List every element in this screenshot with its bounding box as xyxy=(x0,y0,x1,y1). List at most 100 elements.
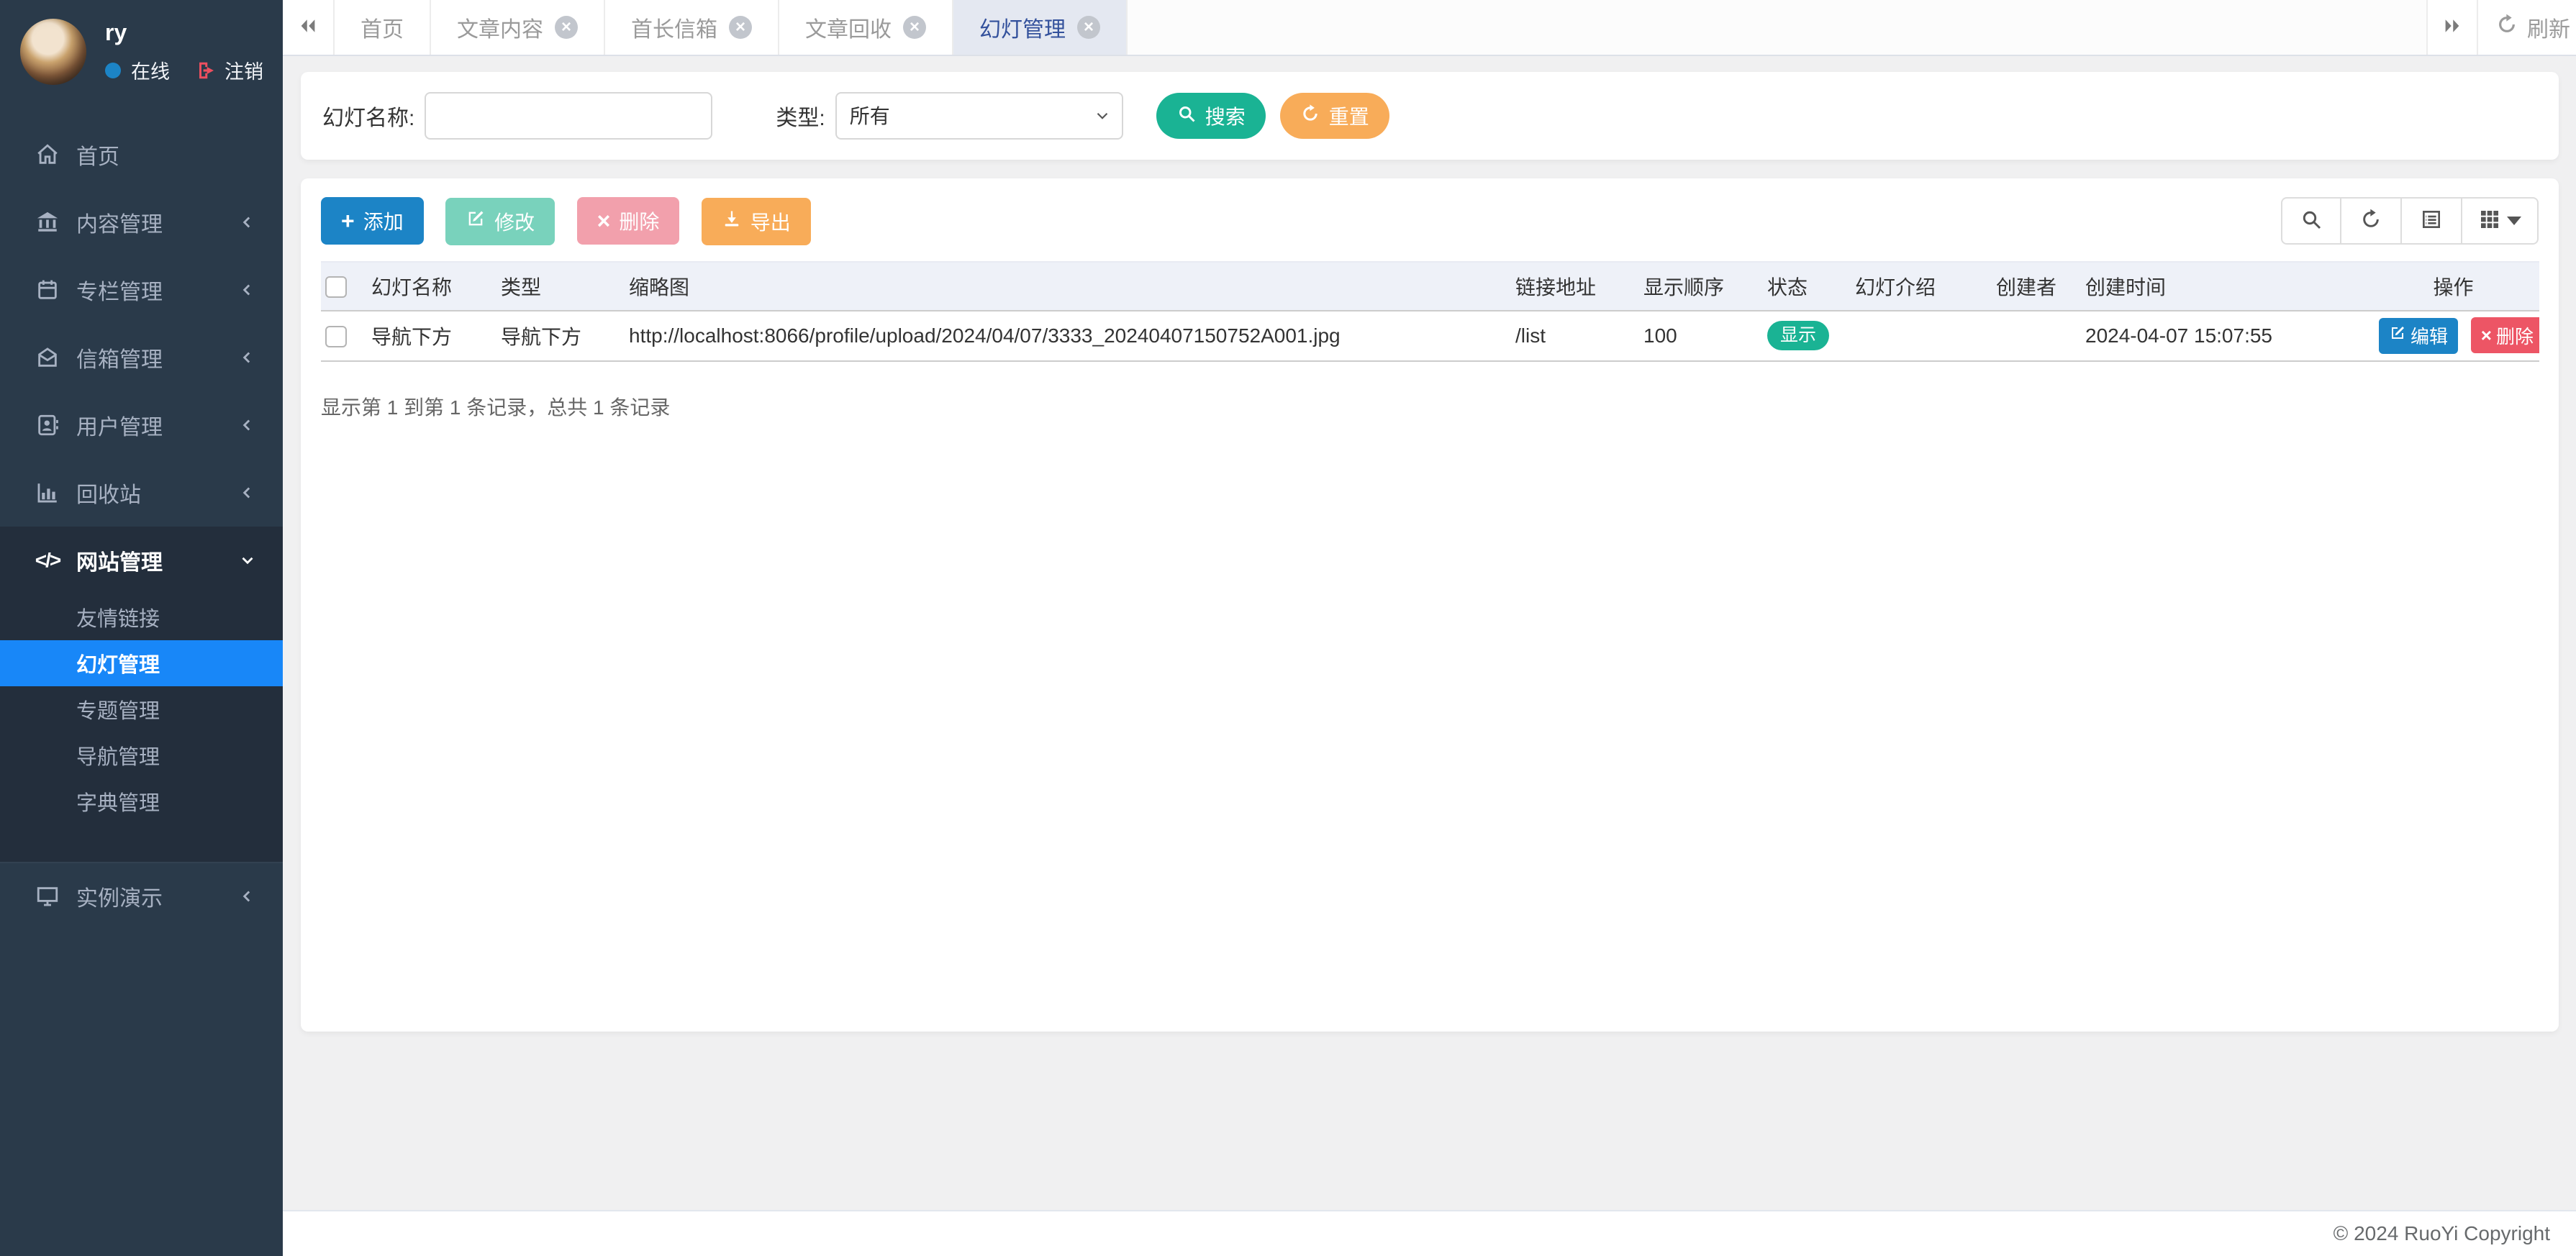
sidebar-nav: 首页 内容管理 专栏管理 信箱管理 xyxy=(0,121,283,929)
tabbar-spacer xyxy=(1128,0,2426,55)
grid-icon xyxy=(2478,208,2501,235)
row-edit-button[interactable]: 编辑 xyxy=(2379,318,2458,354)
select-all-checkbox[interactable] xyxy=(325,276,347,298)
tab-article-content[interactable]: 文章内容 × xyxy=(431,0,605,55)
sidebar-item-home[interactable]: 首页 xyxy=(0,121,283,188)
refresh-icon xyxy=(1300,104,1320,129)
sidebar-item-column-mgmt[interactable]: 专栏管理 xyxy=(0,256,283,324)
tab-home[interactable]: 首页 xyxy=(335,0,431,55)
cell-created: 2024-04-07 15:07:55 xyxy=(2081,311,2367,361)
sidebar-subitem-dict-mgmt[interactable]: 字典管理 xyxy=(0,778,283,824)
tab-article-recycle[interactable]: 文章回收 × xyxy=(779,0,953,55)
chevron-left-icon xyxy=(238,416,257,434)
plus-icon: + xyxy=(341,209,355,232)
search-form-card: 幻灯名称: 类型: 所有 搜索 重置 xyxy=(301,72,2559,160)
table-view-controls xyxy=(2281,197,2539,245)
logout-label: 注销 xyxy=(225,56,263,84)
reset-button[interactable]: 重置 xyxy=(1280,93,1389,139)
caret-down-icon xyxy=(2507,217,2521,225)
double-chevron-right-icon xyxy=(2441,15,2463,40)
sign-out-icon xyxy=(196,60,217,81)
slides-table: 幻灯名称 类型 缩略图 链接地址 显示顺序 状态 幻灯介绍 创建者 创建时间 操… xyxy=(321,261,2539,362)
list-detail-icon xyxy=(2420,208,2443,235)
search-icon xyxy=(2300,208,2323,235)
refresh-icon xyxy=(2495,13,2518,42)
sidebar-item-demo[interactable]: 实例演示 xyxy=(0,862,283,929)
type-select[interactable]: 所有 xyxy=(835,92,1123,140)
sidebar-item-recycle-bin[interactable]: 回收站 xyxy=(0,459,283,527)
sidebar-subitem-friend-links[interactable]: 友情链接 xyxy=(0,594,283,640)
bank-icon xyxy=(35,209,60,235)
table-card: + 添加 修改 × 删除 xyxy=(301,178,2559,1032)
table-toolbar: + 添加 修改 × 删除 xyxy=(321,197,2539,245)
sidebar-subitem-nav-mgmt[interactable]: 导航管理 xyxy=(0,732,283,778)
bar-chart-icon xyxy=(35,480,60,506)
chevron-left-icon xyxy=(238,348,257,367)
refresh-table-button[interactable] xyxy=(2341,197,2402,245)
toolbar-buttons: + 添加 修改 × 删除 xyxy=(321,197,830,245)
user-panel: ry 在线 注销 xyxy=(0,0,283,104)
cell-creator xyxy=(1992,311,2081,361)
sidebar-item-user-mgmt[interactable]: 用户管理 xyxy=(0,391,283,459)
content-area: 幻灯名称: 类型: 所有 搜索 重置 xyxy=(283,56,2576,1210)
row-checkbox[interactable] xyxy=(325,326,347,347)
chevron-left-icon xyxy=(238,887,257,906)
close-icon[interactable]: × xyxy=(729,16,752,39)
sidebar-item-label: 回收站 xyxy=(76,477,141,509)
search-icon xyxy=(1176,104,1197,129)
toggle-search-button[interactable] xyxy=(2281,197,2341,245)
slide-name-input[interactable] xyxy=(425,92,712,140)
close-icon[interactable]: × xyxy=(1077,16,1100,39)
tab-slide-mgmt[interactable]: 幻灯管理 × xyxy=(953,0,1128,55)
col-header-creator: 创建者 xyxy=(1992,262,2081,311)
sidebar-subitem-topic-mgmt[interactable]: 专题管理 xyxy=(0,686,283,732)
sidebar-item-content-mgmt[interactable]: 内容管理 xyxy=(0,188,283,256)
sidebar-item-website-mgmt[interactable]: </> 网站管理 xyxy=(0,527,283,594)
sidebar-item-label: 内容管理 xyxy=(76,206,163,238)
online-status-label: 在线 xyxy=(131,56,170,84)
edit-button[interactable]: 修改 xyxy=(445,198,555,245)
chevron-left-icon xyxy=(238,483,257,502)
export-button[interactable]: 导出 xyxy=(702,198,811,245)
delete-button[interactable]: × 删除 xyxy=(577,197,680,245)
x-icon: × xyxy=(597,209,611,232)
edit-icon xyxy=(2389,324,2406,347)
sidebar-item-label: 实例演示 xyxy=(76,880,163,912)
copyright-text: © 2024 RuoYi Copyright xyxy=(2334,1222,2550,1245)
code-icon: </> xyxy=(35,547,60,573)
main-area: 首页 文章内容 × 首长信箱 × 文章回收 × 幻灯管理 × 刷新 xyxy=(283,0,2576,1256)
home-icon xyxy=(35,142,60,168)
toggle-detail-view-button[interactable] xyxy=(2402,197,2462,245)
pagination-info: 显示第 1 到第 1 条记录，总共 1 条记录 xyxy=(321,392,2539,421)
col-header-link: 链接地址 xyxy=(1511,262,1639,311)
columns-button[interactable] xyxy=(2462,197,2539,245)
desktop-icon xyxy=(35,883,60,909)
tabs-scroll-right-button[interactable] xyxy=(2426,0,2478,55)
sidebar-item-label: 首页 xyxy=(76,139,119,170)
sidebar-subitem-slide-mgmt[interactable]: 幻灯管理 xyxy=(0,640,283,686)
tab-chief-mailbox[interactable]: 首长信箱 × xyxy=(605,0,779,55)
avatar[interactable] xyxy=(20,19,86,85)
refresh-tab-button[interactable]: 刷新 xyxy=(2478,0,2576,55)
col-header-created: 创建时间 xyxy=(2081,262,2367,311)
close-icon[interactable]: × xyxy=(555,16,578,39)
online-dot-icon xyxy=(105,63,121,78)
close-icon[interactable]: × xyxy=(903,16,926,39)
download-icon xyxy=(722,209,742,234)
add-button[interactable]: + 添加 xyxy=(321,197,424,245)
tabs-scroll-left-button[interactable] xyxy=(283,0,335,55)
table-header-row: 幻灯名称 类型 缩略图 链接地址 显示顺序 状态 幻灯介绍 创建者 创建时间 操… xyxy=(321,262,2539,311)
website-submenu: 友情链接 幻灯管理 专题管理 导航管理 字典管理 xyxy=(0,594,283,824)
status-badge: 显示 xyxy=(1767,321,1829,350)
sidebar-group-website-mgmt: </> 网站管理 友情链接 幻灯管理 专题管理 导航管理 xyxy=(0,527,283,862)
sidebar-item-label: 专栏管理 xyxy=(76,274,163,306)
col-header-order: 显示顺序 xyxy=(1639,262,1763,311)
row-delete-button[interactable]: × 删除 xyxy=(2471,317,2539,353)
type-label: 类型: xyxy=(776,100,825,132)
double-chevron-left-icon xyxy=(297,15,319,40)
search-button[interactable]: 搜索 xyxy=(1156,93,1266,139)
col-header-name: 幻灯名称 xyxy=(367,262,496,311)
cell-order: 100 xyxy=(1639,311,1763,361)
logout-button[interactable]: 注销 xyxy=(196,56,263,84)
sidebar-item-mailbox-mgmt[interactable]: 信箱管理 xyxy=(0,324,283,391)
